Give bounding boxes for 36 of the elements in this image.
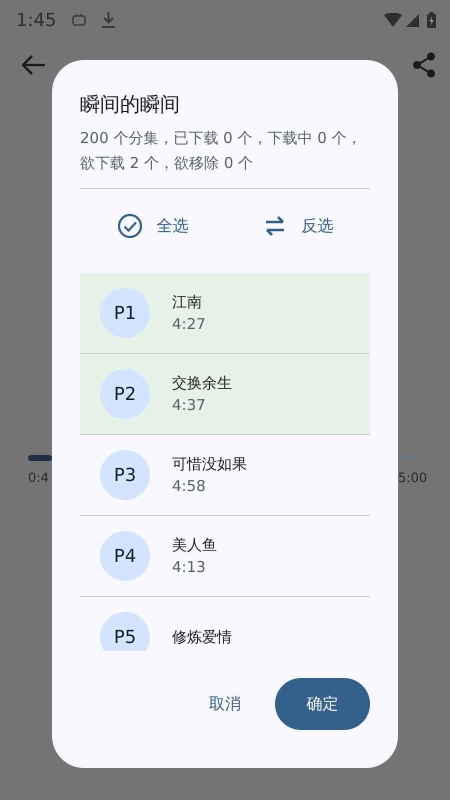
episode-title: 美人鱼: [172, 535, 217, 556]
episode-row[interactable]: P4 美人鱼 4:13: [80, 516, 370, 597]
episode-duration: 4:37: [172, 395, 207, 416]
total-time: 5:00: [398, 470, 428, 488]
episode-row[interactable]: P2 交换余生 4:37: [80, 354, 370, 435]
wifi-icon: [384, 13, 402, 27]
dialog-title: 瞬间的瞬间: [80, 92, 181, 116]
elapsed-time: 0:4: [28, 470, 49, 488]
back-icon[interactable]: [22, 55, 46, 75]
select-all-button[interactable]: 全选: [106, 205, 198, 247]
invert-selection-button[interactable]: 反选: [252, 205, 344, 247]
episode-duration: 4:27: [172, 314, 206, 335]
episode-title: 修炼爱情: [172, 627, 232, 648]
episode-duration: 4:13: [172, 557, 207, 578]
status-time: 1:45: [16, 8, 56, 32]
episode-badge: P1: [100, 288, 150, 338]
episode-badge: P3: [100, 450, 150, 500]
episode-title: 可惜没如果: [172, 454, 247, 475]
episode-row[interactable]: P5 修炼爱情: [80, 597, 370, 651]
dialog-summary: 200 个分集，已下载 0 个，下载中 0 个，欲下载 2 个，欲移除 0 个: [80, 128, 363, 174]
notification-icon: [72, 14, 86, 26]
episode-duration: 4:58: [172, 476, 207, 497]
episode-badge: P2: [100, 369, 150, 419]
episode-row[interactable]: P3 可惜没如果 4:58: [80, 435, 370, 516]
episode-title: 交换余生: [172, 373, 232, 394]
check-circle-icon: [116, 213, 142, 239]
share-icon[interactable]: [412, 52, 436, 78]
cancel-button[interactable]: 取消: [193, 682, 257, 726]
signal-icon: [406, 14, 419, 26]
confirm-button[interactable]: 确定: [275, 678, 370, 730]
episode-row[interactable]: P1 江南 4:27: [80, 273, 370, 354]
episode-title: 江南: [172, 292, 203, 313]
download-icon: [102, 12, 116, 28]
episode-badge: P4: [100, 531, 150, 581]
battery-icon: [427, 12, 436, 28]
episode-badge: P5: [100, 612, 150, 651]
